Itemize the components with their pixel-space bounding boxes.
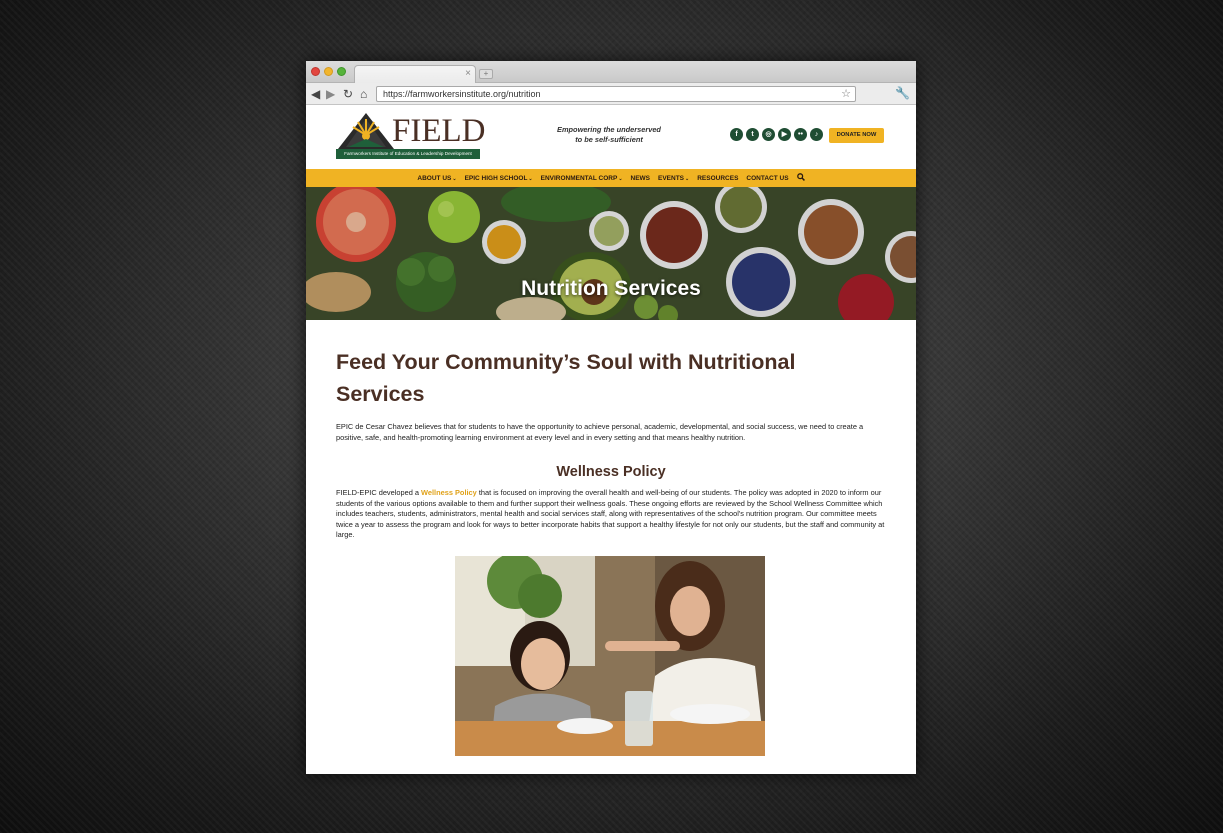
window-controls [311,67,346,76]
nav-item-contact-us[interactable]: CONTACT US [746,175,788,182]
logo-triangle-icon [338,113,394,149]
nav-label: ABOUT US [417,174,452,182]
wellness-paragraph: FIELD-EPIC developed a Wellness Policy t… [336,488,886,541]
nav-item-epic-high-school[interactable]: EPIC HIGH SCHOOL⌄ [465,175,533,182]
wrench-icon[interactable]: 🔧 [895,86,910,100]
back-icon[interactable]: ◀ [311,86,320,102]
nav-label: EVENTS [658,174,685,182]
tiktok-icon[interactable]: ♪ [810,128,823,141]
tagline-line-2: to be self-sufficient [575,135,643,144]
browser-tab[interactable]: × [354,65,476,83]
forward-icon[interactable]: ▶ [326,86,335,102]
field-logo[interactable]: FIELD Farmworkers Institute of Education… [336,111,486,161]
home-icon[interactable]: ⌂ [360,86,367,102]
tagline: Empowering the underserved to be self-su… [554,125,664,145]
browser-window: × + ◀ ▶ ↻ ⌂ https://farmworkersinstitute… [306,61,916,774]
policy-text-start: FIELD-EPIC developed a [336,488,422,497]
wellness-heading: Wellness Policy [556,464,666,480]
close-window-button[interactable] [311,67,320,76]
social-links: f t ◎ ▶ •• ♪ [730,128,823,141]
browser-toolbar: ◀ ▶ ↻ ⌂ https://farmworkersinstitute.org… [306,83,916,105]
zoom-window-button[interactable] [337,67,346,76]
page-title: Feed Your Community’s Soul with Nutritio… [336,350,796,406]
new-tab-button[interactable]: + [479,69,493,79]
mother-daughter-photo [455,556,765,756]
nav-label: ENVIRONMENTAL CORP [540,174,618,182]
nav-item-events[interactable]: EVENTS⌄ [658,175,689,182]
main-content: Feed Your Community’s Soul with Nutritio… [336,346,886,541]
url-text: https://farmworkersinstitute.org/nutriti… [383,89,541,99]
chevron-down-icon: ⌄ [618,175,623,182]
chevron-down-icon: ⌄ [685,175,690,182]
tab-bar: × + [306,61,916,83]
hero-banner: Nutrition Services [306,187,916,320]
nav-label: EPIC HIGH SCHOOL [464,174,528,182]
nav-item-news[interactable]: NEWS [631,175,651,182]
nav-item-environmental-corp[interactable]: ENVIRONMENTAL CORP⌄ [541,175,623,182]
chevron-down-icon: ⌄ [528,175,533,182]
minimize-window-button[interactable] [324,67,333,76]
twitter-icon[interactable]: t [746,128,759,141]
reload-icon[interactable]: ↻ [343,86,353,102]
nav-item-resources[interactable]: RESOURCES [697,175,738,182]
logo-wordmark: FIELD [392,113,486,149]
tagline-line-1: Empowering the underserved [557,125,661,134]
search-icon[interactable] [796,173,805,183]
donate-button[interactable]: DONATE NOW [829,128,884,143]
youtube-icon[interactable]: ▶ [778,128,791,141]
hero-title: Nutrition Services [521,277,701,300]
main-nav: ABOUT US⌄ EPIC HIGH SCHOOL⌄ ENVIRONMENTA… [306,169,916,187]
bookmark-star-icon[interactable]: ☆ [841,87,851,101]
nav-item-about-us[interactable]: ABOUT US⌄ [417,175,456,182]
intro-paragraph: EPIC de Cesar Chavez believes that for s… [336,422,864,442]
logo-subtext: Farmworkers Institute of Education & Lea… [336,149,480,159]
address-bar[interactable]: https://farmworkersinstitute.org/nutriti… [376,86,856,102]
wellness-policy-link[interactable]: Wellness Policy [421,488,477,497]
facebook-icon[interactable]: f [730,128,743,141]
close-tab-icon[interactable]: × [465,68,471,80]
instagram-icon[interactable]: ◎ [762,128,775,141]
chevron-down-icon: ⌄ [452,175,457,182]
flickr-icon[interactable]: •• [794,128,807,141]
